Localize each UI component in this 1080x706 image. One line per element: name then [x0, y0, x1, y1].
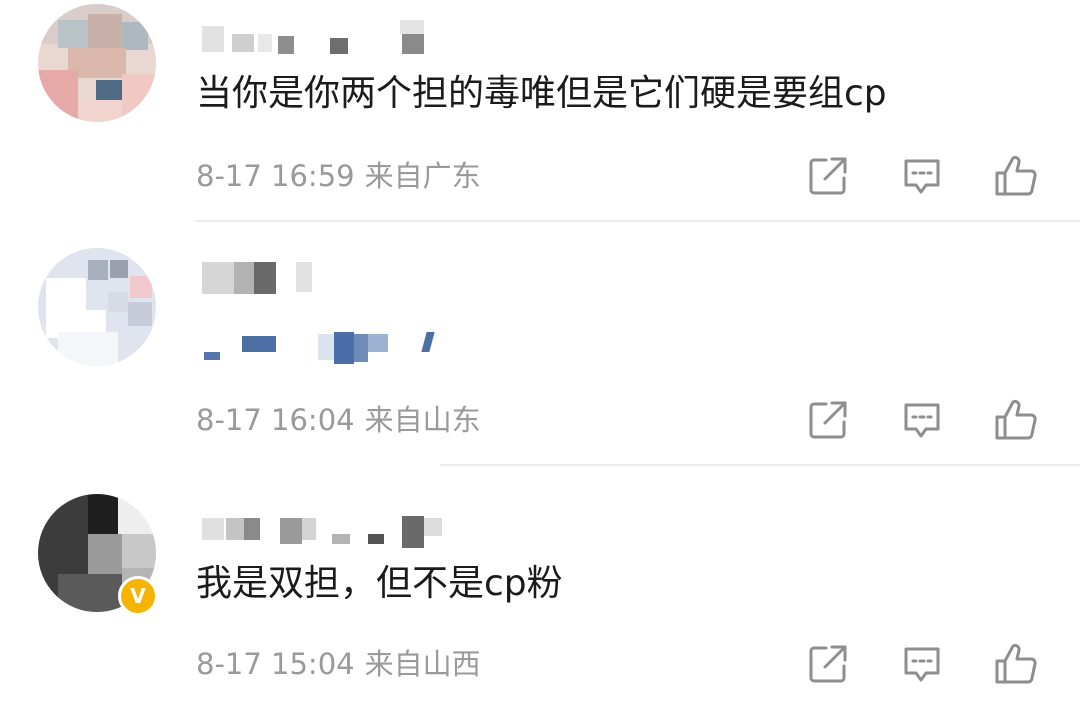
username[interactable]	[196, 258, 516, 298]
comment-icon	[904, 647, 940, 682]
reply-button[interactable]	[900, 398, 944, 442]
comment-icon	[904, 403, 940, 438]
comment-text: 我是双担，但不是cp粉	[196, 563, 563, 604]
comment-actions	[0, 642, 1080, 686]
comment-text	[196, 322, 456, 366]
comment-item: V 我是双担，但不是cp粉 8-17 15:04 来自山西	[0, 466, 1080, 706]
share-icon	[809, 401, 847, 439]
thumbs-up-icon	[995, 399, 1037, 440]
username[interactable]	[196, 510, 516, 550]
comment-text: 当你是你两个担的毒唯但是它们硬是要组cp	[196, 73, 887, 114]
comment-item: 8-17 16:04 来自山东	[0, 222, 1080, 466]
comment-item: 当你是你两个担的毒唯但是它们硬是要组cp 8-17 16:59 来自广东	[0, 0, 1080, 222]
like-button[interactable]	[994, 642, 1038, 686]
share-button[interactable]	[806, 642, 850, 686]
reply-button[interactable]	[900, 642, 944, 686]
thumbs-up-icon	[995, 155, 1037, 196]
like-button[interactable]	[994, 154, 1038, 198]
username[interactable]	[196, 20, 516, 60]
share-icon	[809, 645, 847, 683]
comment-icon	[904, 159, 940, 194]
comment-actions	[0, 398, 1080, 442]
share-icon	[809, 157, 847, 195]
verified-badge: V	[118, 576, 158, 616]
like-button[interactable]	[994, 398, 1038, 442]
avatar[interactable]	[38, 248, 156, 366]
share-button[interactable]	[806, 398, 850, 442]
thumbs-up-icon	[995, 643, 1037, 684]
avatar[interactable]	[38, 4, 156, 122]
share-button[interactable]	[806, 154, 850, 198]
reply-button[interactable]	[900, 154, 944, 198]
comment-actions	[0, 154, 1080, 198]
